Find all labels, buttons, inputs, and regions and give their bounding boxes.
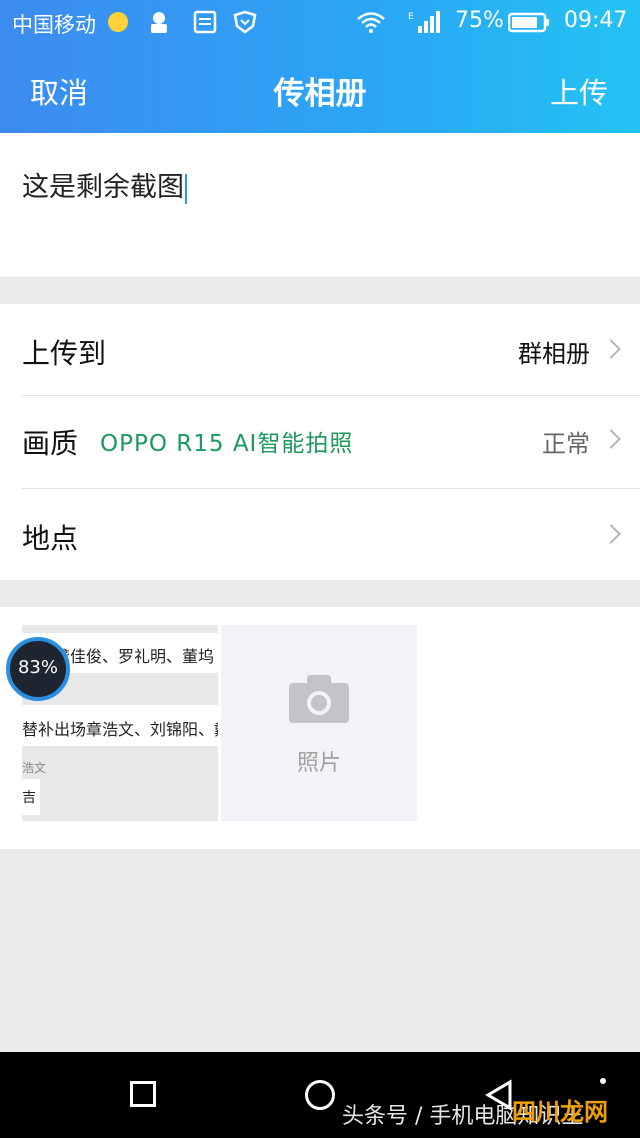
upload-to-value: 群相册 bbox=[518, 340, 590, 368]
home-button[interactable] bbox=[305, 1080, 335, 1110]
camera-watermark: OPPO R15 AI智能拍照 bbox=[100, 431, 354, 457]
thumb-band bbox=[22, 625, 218, 633]
caption-text-wrapper: 这是剩余截图 bbox=[22, 165, 187, 204]
app-notification-icon bbox=[151, 12, 167, 33]
storage-icon bbox=[193, 10, 217, 34]
location-row[interactable]: 地点 bbox=[0, 489, 640, 581]
caption-input[interactable]: 这是剩余截图 bbox=[0, 133, 640, 277]
battery-icon bbox=[508, 12, 549, 33]
caption-text: 这是剩余截图 bbox=[22, 172, 184, 203]
chevron-right-icon bbox=[601, 429, 621, 449]
quality-label: 画质 bbox=[22, 427, 79, 460]
notification-dot-icon bbox=[108, 12, 128, 32]
battery-percent: 75% bbox=[455, 8, 504, 33]
photo-grid: 发大龚佳俊、罗礼明、董坞 替补出场章浩文、刘锦阳、戴 浩文 吉 83% 照片 bbox=[0, 607, 640, 849]
gauge-value: 83% bbox=[17, 657, 58, 678]
upload-button[interactable]: 上传 bbox=[550, 70, 608, 112]
options-list: 上传到 群相册 画质 OPPO R15 AI智能拍照 正常 地点 bbox=[0, 304, 640, 580]
upload-to-label: 上传到 bbox=[22, 337, 107, 370]
add-photo-button[interactable]: 照片 bbox=[221, 625, 417, 821]
camera-icon bbox=[289, 675, 349, 723]
status-bar: 中国移动 E 75% 09:47 bbox=[0, 0, 640, 46]
quality-value: 正常 bbox=[542, 430, 590, 458]
shield-icon bbox=[233, 10, 257, 34]
top-bar: 中国移动 E 75% 09:47 取消 传相册 上传 bbox=[0, 0, 640, 133]
page-title: 传相册 bbox=[273, 76, 367, 112]
upload-to-row[interactable]: 上传到 群相册 bbox=[0, 304, 640, 396]
wifi-icon bbox=[357, 12, 385, 33]
clock: 09:47 bbox=[564, 8, 628, 33]
nav-bar: 取消 传相册 上传 bbox=[0, 46, 640, 133]
chevron-right-icon bbox=[601, 339, 621, 359]
thumb-band bbox=[22, 746, 218, 821]
add-photo-label: 照片 bbox=[296, 751, 341, 776]
chevron-right-icon bbox=[601, 524, 621, 544]
carrier-label: 中国移动 bbox=[12, 13, 96, 37]
thumb-tag: 吉 bbox=[22, 779, 40, 815]
system-nav-bar: 头条号 / 手机电脑知识王 四川龙网 bbox=[0, 1052, 640, 1138]
location-label: 地点 bbox=[22, 522, 79, 555]
memory-gauge[interactable]: 83% bbox=[6, 637, 70, 701]
svg-text:E: E bbox=[408, 12, 414, 22]
recents-button[interactable] bbox=[130, 1081, 156, 1107]
thumb-small-text: 浩文 bbox=[22, 761, 47, 775]
signal-icon: E bbox=[408, 11, 440, 33]
text-caret bbox=[185, 173, 187, 204]
watermark-site: 四川龙网 bbox=[512, 1098, 608, 1126]
thumb-text-line: 替补出场章浩文、刘锦阳、戴 bbox=[22, 720, 218, 739]
quality-row[interactable]: 画质 OPPO R15 AI智能拍照 正常 bbox=[0, 396, 640, 488]
